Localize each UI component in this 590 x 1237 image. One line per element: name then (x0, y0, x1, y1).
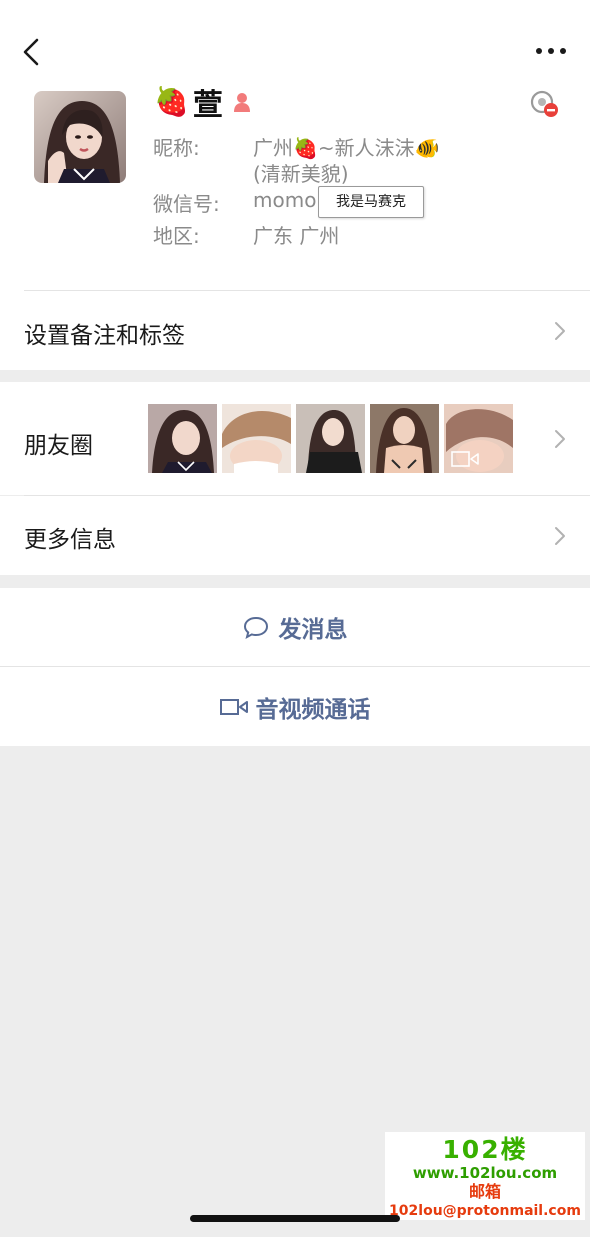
profile-screen: 🍓 萱 昵称: 广州🍓~新人沫沫🐠 (清新美貌) 微信号: momo 我是马赛克… (0, 0, 590, 1237)
region-label: 地区: (153, 224, 200, 248)
watermark-site: www.102lou.com (412, 1164, 558, 1182)
moments-thumbnail (222, 404, 291, 473)
remark-tags-label: 设置备注和标签 (24, 323, 185, 349)
video-camera-icon (219, 698, 248, 715)
wechat-id-label: 微信号: (153, 192, 220, 216)
more-info-label: 更多信息 (24, 527, 116, 553)
strawberry-emoji: 🍓 (154, 85, 189, 118)
chevron-left-icon (23, 38, 39, 66)
video-call-button[interactable]: 音视频通话 (0, 667, 590, 746)
send-message-button[interactable]: 发消息 (0, 588, 590, 666)
chevron-right-icon (555, 322, 565, 340)
moments-thumbnail (296, 404, 365, 473)
back-button[interactable] (14, 34, 50, 70)
home-indicator[interactable] (190, 1215, 400, 1222)
video-call-label: 音视频通话 (255, 696, 371, 723)
female-person-icon (233, 93, 250, 112)
nickname-label: 昵称: (153, 136, 200, 160)
chat-bubble-icon (243, 616, 268, 639)
watermark-email: 102lou@protonmail.com (389, 1203, 581, 1219)
send-message-label: 发消息 (278, 617, 348, 643)
moments-thumbnail (148, 404, 217, 473)
more-button[interactable] (530, 36, 574, 66)
more-info-row[interactable]: 更多信息 (0, 496, 590, 575)
watermark-mailbox-label: 邮箱 (468, 1182, 501, 1201)
blocked-icon (530, 90, 558, 117)
avatar[interactable] (34, 91, 126, 183)
more-dots-icon (536, 48, 566, 54)
watermark-logo: 102楼 (442, 1135, 528, 1164)
video-camera-icon (451, 451, 479, 467)
chevron-right-icon (555, 430, 565, 448)
remark-tags-row[interactable]: 设置备注和标签 (0, 291, 590, 370)
moments-thumbnail (370, 404, 439, 473)
watermark: 102楼 www.102lou.com 邮箱 102lou@protonmail… (385, 1132, 585, 1220)
region-value: 广东 广州 (253, 224, 340, 248)
mosaic-tooltip: 我是马赛克 (318, 186, 424, 218)
name-row: 🍓 萱 (154, 82, 253, 123)
nickname-value-line2: (清新美貌) (253, 162, 349, 186)
nickname-value: 广州🍓~新人沫沫🐠 (253, 136, 440, 160)
contact-name: 萱 (192, 88, 223, 123)
chevron-right-icon (555, 527, 565, 545)
wechat-id-value[interactable]: momo (253, 188, 316, 212)
moments-label: 朋友圈 (24, 433, 93, 459)
